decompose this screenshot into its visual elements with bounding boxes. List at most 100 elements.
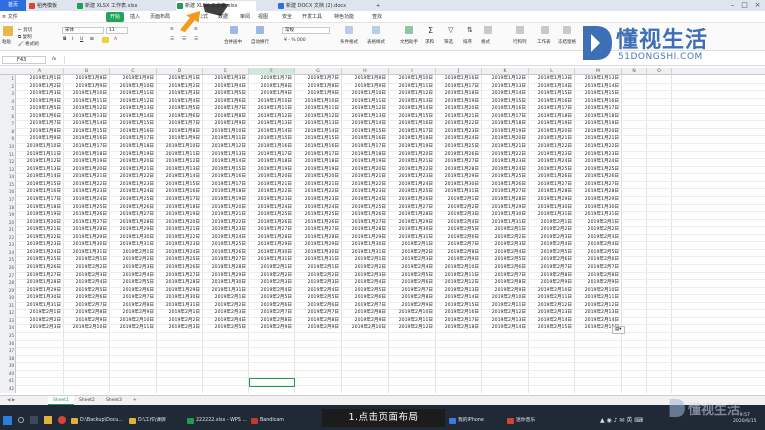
- table-cell[interactable]: 2019年1月10日: [389, 75, 433, 83]
- table-cell[interactable]: 2019年2月6日: [110, 287, 154, 295]
- filter-button[interactable]: 筛选: [444, 39, 453, 45]
- table-cell[interactable]: 2019年1月7日: [295, 75, 339, 83]
- table-cell[interactable]: 2019年1月25日: [482, 173, 526, 181]
- row-header[interactable]: 3: [0, 90, 16, 98]
- home-tab[interactable]: 首页: [0, 0, 26, 11]
- table-cell[interactable]: 2019年1月13日: [203, 151, 246, 159]
- row-header[interactable]: 22: [0, 234, 16, 242]
- start-icon[interactable]: [3, 416, 12, 425]
- table-cell[interactable]: 2019年1月24日: [482, 166, 526, 174]
- table-cell[interactable]: 2019年1月19日: [110, 151, 154, 159]
- table-cell[interactable]: 2019年2月5日: [295, 294, 339, 302]
- table-cell[interactable]: 2019年1月24日: [575, 158, 619, 166]
- table-cell[interactable]: 2019年1月8日: [342, 75, 386, 83]
- menu-item-5[interactable]: 审阅: [240, 12, 250, 22]
- table-cell[interactable]: 2019年2月15日: [436, 302, 479, 310]
- table-cell[interactable]: 2019年1月12日: [389, 90, 433, 98]
- row-header[interactable]: 20: [0, 219, 16, 227]
- table-cell[interactable]: 2019年1月17日: [436, 83, 479, 91]
- table-cell[interactable]: 2019年1月19日: [482, 128, 526, 136]
- table-cell[interactable]: 2019年1月13日: [157, 166, 200, 174]
- table-cell[interactable]: 2019年1月17日: [295, 151, 339, 159]
- table-cell[interactable]: 2019年1月23日: [110, 181, 154, 189]
- table-cell[interactable]: 2019年2月11日: [482, 302, 526, 310]
- table-cell[interactable]: 2019年2月8日: [436, 249, 479, 257]
- table-cell[interactable]: 2019年2月17日: [436, 317, 479, 325]
- table-cell[interactable]: 2019年1月19日: [203, 196, 246, 204]
- table-cell[interactable]: 2019年1月25日: [249, 211, 292, 219]
- table-cell[interactable]: 2019年1月24日: [342, 196, 386, 204]
- row-header[interactable]: 35: [0, 332, 16, 340]
- table-cell[interactable]: 2019年1月27日: [575, 181, 619, 189]
- filter-icon[interactable]: ▽: [448, 26, 453, 34]
- table-cell[interactable]: 2019年1月14日: [16, 173, 61, 181]
- table-cell[interactable]: 2019年1月31日: [249, 256, 292, 264]
- table-cell[interactable]: 2019年1月25日: [16, 256, 61, 264]
- table-cell[interactable]: 2019年2月1日: [16, 309, 61, 317]
- table-cell[interactable]: 2019年1月16日: [64, 135, 107, 143]
- table-cell[interactable]: 2019年1月8日: [16, 128, 61, 136]
- menu-item-6[interactable]: 视图: [258, 12, 268, 22]
- table-cell[interactable]: 2019年1月17日: [203, 181, 246, 189]
- freeze-panes-button[interactable]: 冻结窗格: [558, 39, 576, 45]
- wrap-icon[interactable]: [256, 26, 264, 34]
- table-cell[interactable]: 2019年2月3日: [16, 324, 61, 332]
- table-cell[interactable]: 2019年2月13日: [529, 309, 572, 317]
- table-cell[interactable]: 2019年1月4日: [16, 98, 61, 106]
- table-cell[interactable]: 2019年1月29日: [157, 287, 200, 295]
- table-cell[interactable]: 2019年1月30日: [436, 181, 479, 189]
- table-cell[interactable]: 2019年1月18日: [436, 90, 479, 98]
- add-sheet-button[interactable]: +: [128, 396, 142, 405]
- table-cell[interactable]: 2019年2月9日: [389, 302, 433, 310]
- table-cell[interactable]: 2019年1月26日: [575, 173, 619, 181]
- table-cell[interactable]: 2019年1月29日: [110, 226, 154, 234]
- table-cell[interactable]: 2019年1月17日: [575, 105, 619, 113]
- align-left-icon[interactable]: ☰: [170, 37, 174, 42]
- table-cell[interactable]: 2019年2月9日: [436, 256, 479, 264]
- table-style-icon[interactable]: [372, 26, 380, 34]
- table-cell[interactable]: 2019年1月19日: [575, 120, 619, 128]
- table-cell[interactable]: 2019年2月4日: [482, 249, 526, 257]
- row-header[interactable]: 12: [0, 158, 16, 166]
- column-header-I[interactable]: I: [389, 68, 436, 75]
- table-cell[interactable]: 2019年1月7日: [203, 105, 246, 113]
- row-header[interactable]: 24: [0, 249, 16, 257]
- taskbar-item[interactable]: D:\Backup\Docu...: [70, 415, 123, 427]
- table-cell[interactable]: 2019年1月31日: [16, 302, 61, 310]
- table-cell[interactable]: 2019年1月19日: [342, 158, 386, 166]
- table-cell[interactable]: 2019年1月10日: [249, 98, 292, 106]
- table-cell[interactable]: 2019年2月2日: [110, 256, 154, 264]
- sum-icon[interactable]: Σ: [428, 26, 433, 35]
- font-size-select[interactable]: 11: [106, 27, 128, 34]
- table-cell[interactable]: 2019年1月11日: [342, 98, 386, 106]
- table-cell[interactable]: 2019年1月8日: [64, 75, 107, 83]
- table-cell[interactable]: 2019年2月6日: [249, 302, 292, 310]
- table-cell[interactable]: 2019年1月28日: [295, 234, 339, 242]
- table-cell[interactable]: 2019年2月3日: [249, 279, 292, 287]
- table-cell[interactable]: 2019年1月20日: [575, 128, 619, 136]
- table-cell[interactable]: 2019年1月13日: [64, 113, 107, 121]
- doc-helper-icon[interactable]: [405, 26, 413, 34]
- table-cell[interactable]: 2019年1月21日: [295, 181, 339, 189]
- table-cell[interactable]: 2019年1月19日: [157, 211, 200, 219]
- table-cell[interactable]: 2019年2月4日: [575, 241, 619, 249]
- table-cell[interactable]: 2019年2月1日: [110, 249, 154, 257]
- row-header[interactable]: 23: [0, 241, 16, 249]
- cond-format-button[interactable]: 条件格式: [340, 39, 358, 45]
- table-cell[interactable]: 2019年1月31日: [157, 302, 200, 310]
- table-cell[interactable]: 2019年2月3日: [203, 309, 246, 317]
- row-header[interactable]: 5: [0, 105, 16, 113]
- table-cell[interactable]: 2019年2月10日: [389, 309, 433, 317]
- table-cell[interactable]: 2019年1月24日: [203, 234, 246, 242]
- table-cell[interactable]: 2019年1月18日: [295, 158, 339, 166]
- table-cell[interactable]: 2019年2月6日: [295, 302, 339, 310]
- row-header[interactable]: 9: [0, 135, 16, 143]
- table-cell[interactable]: 2019年1月5日: [203, 90, 246, 98]
- table-cell[interactable]: 2019年1月9日: [157, 135, 200, 143]
- table-cell[interactable]: 2019年1月22日: [529, 143, 572, 151]
- tab-docer-templates[interactable]: 稻壳模板: [28, 1, 72, 11]
- number-format-select[interactable]: 常规: [282, 27, 330, 34]
- table-cell[interactable]: 2019年1月17日: [249, 151, 292, 159]
- table-cell[interactable]: 2019年1月20日: [482, 135, 526, 143]
- table-cell[interactable]: 2019年2月8日: [110, 302, 154, 310]
